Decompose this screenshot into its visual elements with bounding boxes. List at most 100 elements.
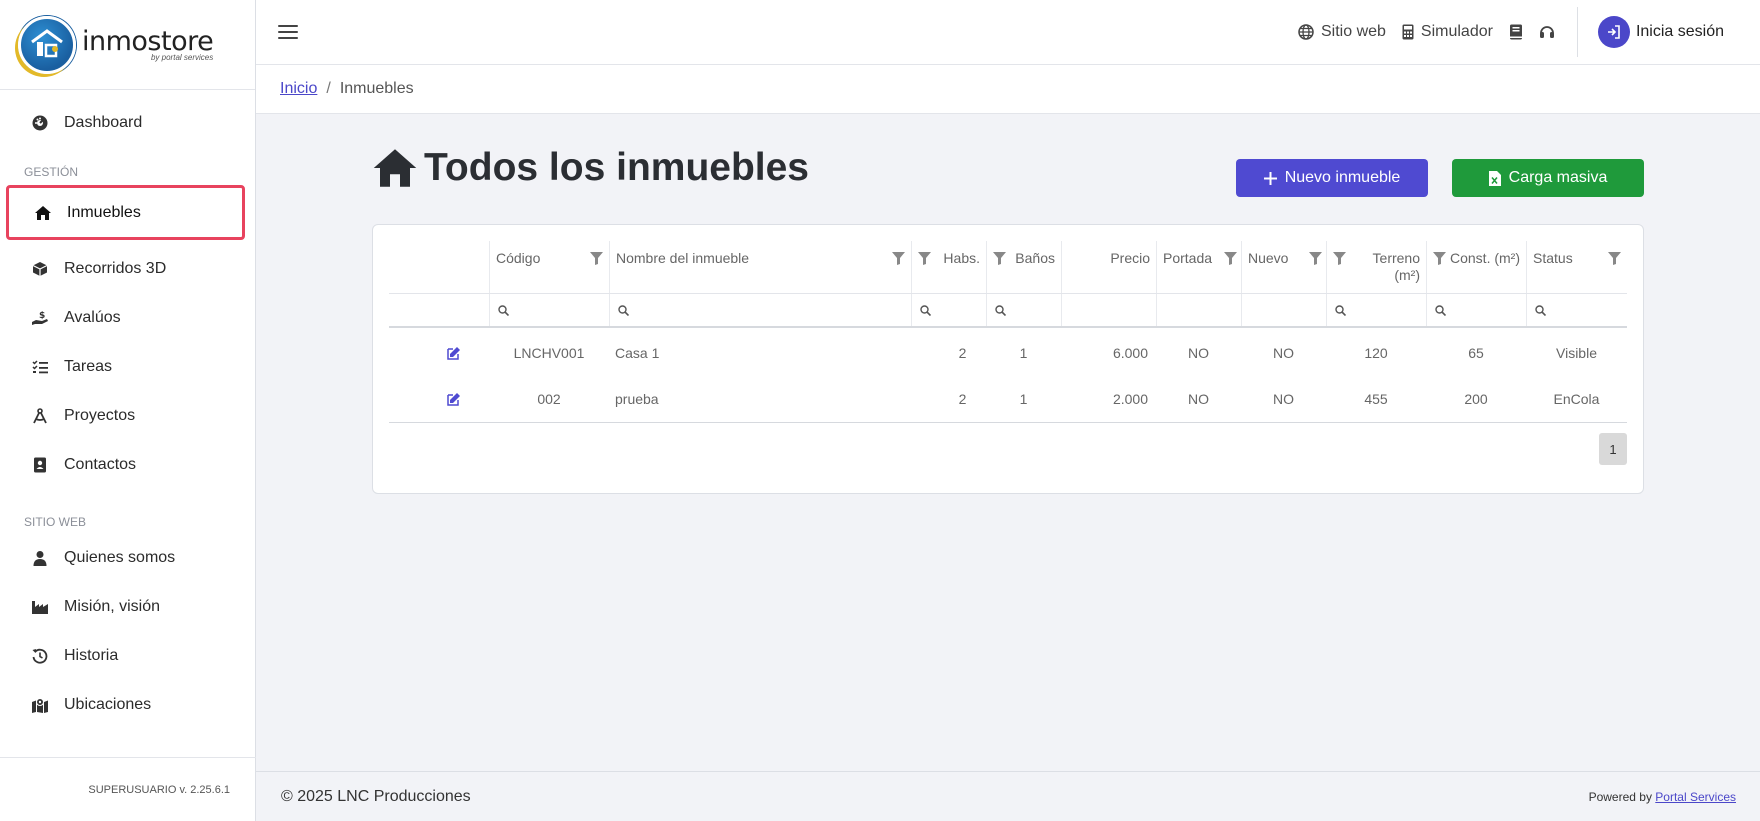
new-property-button[interactable]: Nuevo inmueble bbox=[1236, 159, 1428, 197]
brand-logo[interactable]: inmostore by portal services bbox=[0, 0, 255, 90]
cell-habs: 2 bbox=[958, 345, 967, 361]
powered-prefix: Powered by bbox=[1588, 789, 1652, 804]
cell-banos: 1 bbox=[1019, 345, 1028, 361]
filter-icon[interactable] bbox=[918, 252, 931, 265]
new-property-label: Nuevo inmueble bbox=[1284, 169, 1401, 186]
grid-header: Código Nombre del inmueble Habs. Baños P… bbox=[389, 241, 1627, 294]
footer: © 2025 LNC Producciones Powered by Porta… bbox=[256, 771, 1760, 821]
cell-status: Visible bbox=[1556, 345, 1597, 361]
header-habs[interactable]: Habs. bbox=[911, 241, 986, 293]
table-row: LNCHV001 Casa 1 2 1 6.000 NO NO 120 65 V… bbox=[389, 330, 1627, 376]
page-title: Todos los inmuebles bbox=[372, 146, 809, 190]
search-icon bbox=[618, 304, 629, 316]
filter-icon[interactable] bbox=[1333, 252, 1346, 265]
sidebar-item-label: Ubicaciones bbox=[64, 695, 152, 713]
login-button[interactable]: Inicia sesión bbox=[1597, 16, 1724, 48]
top-bar: Sitio web Simulador Inicia sesión bbox=[256, 0, 1760, 65]
filter-status-input[interactable] bbox=[1526, 294, 1627, 326]
filter-icon[interactable] bbox=[1433, 252, 1446, 265]
breadcrumb-separator: / bbox=[326, 80, 331, 97]
sidebar-item-historia[interactable]: Historia bbox=[0, 631, 255, 680]
sidebar-item-contactos[interactable]: Contactos bbox=[0, 440, 255, 489]
sidebar-item-label: Tareas bbox=[64, 357, 113, 375]
user-icon bbox=[30, 549, 50, 567]
book-icon[interactable] bbox=[1509, 24, 1523, 40]
sidebar-item-inmuebles[interactable]: Inmuebles bbox=[6, 185, 245, 240]
cell-nombre: Casa 1 bbox=[615, 345, 660, 361]
header-status[interactable]: Status bbox=[1526, 241, 1627, 293]
grid-body: LNCHV001 Casa 1 2 1 6.000 NO NO 120 65 V… bbox=[389, 328, 1627, 423]
sidebar-item-dashboard[interactable]: Dashboard bbox=[0, 98, 255, 147]
sidebar-item-proyectos[interactable]: Proyectos bbox=[0, 391, 255, 440]
filter-nombre-input[interactable] bbox=[609, 294, 911, 326]
cell-terreno: 120 bbox=[1364, 345, 1388, 361]
sidebar-item-quienes-somos[interactable]: Quienes somos bbox=[0, 533, 255, 582]
filter-icon[interactable] bbox=[1608, 252, 1621, 265]
compass-drafting-icon bbox=[30, 407, 50, 425]
sidebar-item-mision-vision[interactable]: Misión, visión bbox=[0, 582, 255, 631]
file-excel-icon bbox=[1488, 170, 1501, 186]
cell-precio: 2.000 bbox=[1112, 391, 1148, 407]
filter-icon[interactable] bbox=[1224, 252, 1237, 265]
filter-portada-input[interactable] bbox=[1156, 294, 1241, 326]
cell-nombre: prueba bbox=[615, 391, 659, 407]
search-icon bbox=[1435, 304, 1446, 316]
filter-banos-input[interactable] bbox=[986, 294, 1061, 326]
header-precio[interactable]: Precio bbox=[1061, 241, 1156, 293]
sidebar-item-label: Historia bbox=[64, 646, 119, 664]
calculator-icon bbox=[1402, 24, 1414, 40]
cell-nuevo: NO bbox=[1273, 345, 1294, 361]
filter-precio-input[interactable] bbox=[1061, 294, 1156, 326]
filter-icon[interactable] bbox=[590, 252, 603, 265]
filter-nuevo-input[interactable] bbox=[1241, 294, 1326, 326]
header-label: Const. (m²) bbox=[1450, 250, 1520, 266]
filter-habs-input[interactable] bbox=[911, 294, 986, 326]
portal-services-link[interactable]: Portal Services bbox=[1655, 790, 1736, 804]
header-portada[interactable]: Portada bbox=[1156, 241, 1241, 293]
filter-construccion-input[interactable] bbox=[1426, 294, 1526, 326]
edit-button[interactable] bbox=[389, 376, 489, 422]
header-divider bbox=[1576, 7, 1578, 57]
header-label: Código bbox=[496, 250, 541, 266]
sidebar-item-recorridos-3d[interactable]: Recorridos 3D bbox=[0, 244, 255, 293]
header-nuevo[interactable]: Nuevo bbox=[1241, 241, 1326, 293]
pagination-page-button[interactable]: 1 bbox=[1599, 433, 1627, 465]
header-banos[interactable]: Baños bbox=[986, 241, 1061, 293]
task-list-icon bbox=[30, 358, 50, 376]
cell-codigo: LNCHV001 bbox=[513, 345, 585, 361]
header-terreno[interactable]: Terreno (m²) bbox=[1326, 241, 1426, 293]
sidebar-item-avaluos[interactable]: $ Avalúos bbox=[0, 293, 255, 342]
filter-icon[interactable] bbox=[1309, 252, 1322, 265]
simulador-link[interactable]: Simulador bbox=[1402, 23, 1493, 41]
sidebar-item-label: Contactos bbox=[64, 455, 137, 473]
header-nombre[interactable]: Nombre del inmueble bbox=[609, 241, 911, 293]
cell-construccion: 65 bbox=[1468, 345, 1484, 361]
login-label: Inicia sesión bbox=[1635, 23, 1724, 40]
cell-codigo: 002 bbox=[537, 391, 561, 407]
sidebar-item-ubicaciones[interactable]: Ubicaciones bbox=[0, 680, 255, 729]
header-construccion[interactable]: Const. (m²) bbox=[1426, 241, 1526, 293]
filter-codigo-input[interactable] bbox=[489, 294, 609, 326]
header-label: Terreno (m²) bbox=[1372, 250, 1420, 283]
filter-icon[interactable] bbox=[892, 252, 905, 265]
header-actions bbox=[389, 241, 489, 293]
cell-portada: NO bbox=[1188, 391, 1209, 407]
headset-icon[interactable] bbox=[1539, 24, 1555, 40]
properties-grid: Código Nombre del inmueble Habs. Baños P… bbox=[389, 241, 1627, 423]
edit-button[interactable] bbox=[389, 330, 489, 376]
sidebar-item-tareas[interactable]: Tareas bbox=[0, 342, 255, 391]
filter-icon[interactable] bbox=[993, 252, 1006, 265]
cell-portada: NO bbox=[1188, 345, 1209, 361]
breadcrumb-home-link[interactable]: Inicio bbox=[280, 80, 317, 98]
sidebar-item-label: Recorridos 3D bbox=[64, 259, 167, 277]
search-icon bbox=[1335, 304, 1346, 316]
version-text: SUPERUSUARIO v. 2.25.6.1 bbox=[88, 783, 230, 796]
sitio-web-link[interactable]: Sitio web bbox=[1298, 23, 1386, 41]
bulk-upload-button[interactable]: Carga masiva bbox=[1452, 159, 1644, 197]
menu-toggle-icon[interactable] bbox=[278, 21, 298, 43]
edit-icon bbox=[447, 347, 460, 360]
filter-terreno-input[interactable] bbox=[1326, 294, 1426, 326]
sidebar-item-label: Dashboard bbox=[64, 113, 143, 131]
header-codigo[interactable]: Código bbox=[489, 241, 609, 293]
header-label: Habs. bbox=[943, 250, 980, 266]
